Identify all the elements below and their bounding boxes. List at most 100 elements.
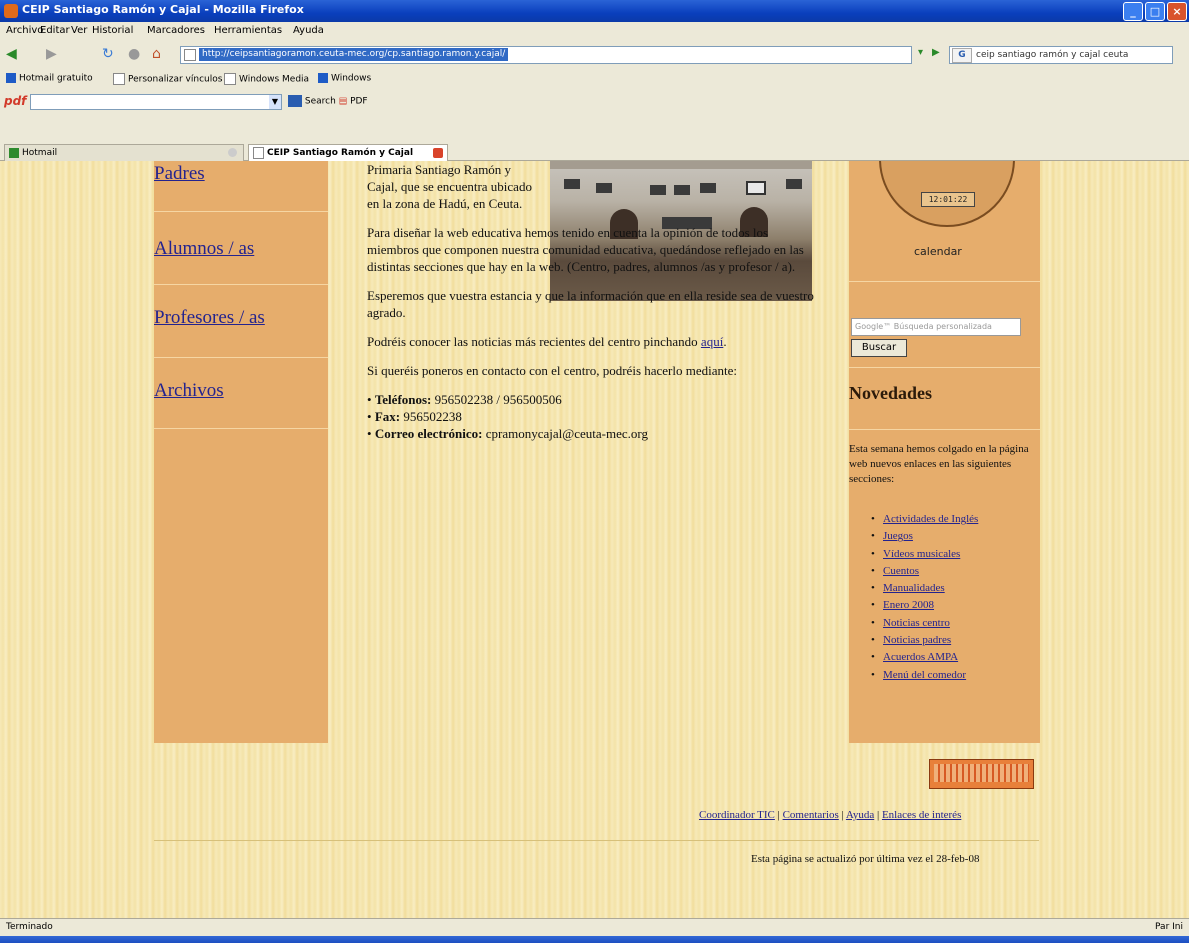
contact-list: • Teléfonos: 956502238 / 956500506 • Fax… [367, 391, 817, 442]
menu-historial[interactable]: Historial [92, 25, 133, 36]
news-link[interactable]: Noticias centro [883, 617, 950, 629]
tab-close-icon[interactable] [228, 148, 237, 157]
footer-link-ayuda[interactable]: Ayuda [846, 809, 874, 821]
news-link[interactable]: Menú del comedor [883, 669, 966, 681]
search-button[interactable]: Buscar [851, 339, 907, 357]
last-updated: Esta página se actualizó por última vez … [751, 853, 980, 865]
web-search-input[interactable]: G ceip santiago ramón y cajal ceuta [949, 46, 1173, 64]
menu-ayuda[interactable]: Ayuda [293, 25, 324, 36]
hotmail-icon [9, 147, 19, 158]
go-icon[interactable]: ▶ [932, 47, 940, 58]
stop-icon[interactable]: ● [128, 45, 140, 63]
window-titlebar: CEIP Santiago Ramón y Cajal - Mozilla Fi… [0, 0, 1189, 22]
reload-icon[interactable]: ↻ [102, 45, 114, 63]
footer-link-enlaces[interactable]: Enlaces de interés [882, 809, 961, 821]
minimize-button[interactable]: _ [1123, 2, 1143, 21]
menu-archivo[interactable]: Archivo [6, 25, 43, 36]
bookmark-windows[interactable]: Windows [318, 73, 371, 84]
pdf-search-button[interactable]: Search ▤ PDF [288, 95, 368, 107]
google-search-input[interactable]: Google™ Búsqueda personalizada [851, 318, 1021, 336]
nav-link-archivos[interactable]: Archivos [154, 380, 224, 402]
right-sidebar: 12:01:22 calendar Google™ Búsqueda perso… [849, 161, 1040, 743]
news-link[interactable]: Noticias padres [883, 634, 951, 646]
news-link[interactable]: Cuentos [883, 565, 919, 577]
pdf-icon: ▤ [338, 96, 348, 107]
search-text: ceip santiago ramón y cajal ceuta [976, 50, 1129, 60]
page-icon [113, 73, 125, 85]
list-item: Juegos [871, 528, 978, 546]
bookmark-windows-media[interactable]: Windows Media [224, 73, 309, 85]
menu-ver[interactable]: Ver [71, 25, 87, 36]
status-right: Par Ini [1155, 922, 1183, 932]
home-icon[interactable]: ⌂ [152, 45, 161, 63]
bookmark-personalizar[interactable]: Personalizar vínculos [113, 73, 222, 85]
footer-link-coordinador[interactable]: Coordinador TIC [699, 809, 775, 821]
news-link[interactable]: Juegos [883, 530, 913, 542]
nav-section: Profesores / as [154, 285, 328, 358]
firefox-icon [4, 4, 18, 18]
news-link[interactable]: Manualidades [883, 582, 945, 594]
maximize-button[interactable]: □ [1145, 2, 1165, 21]
page-icon [253, 146, 264, 159]
list-item: Manualidades [871, 580, 978, 598]
tab-close-icon[interactable] [433, 147, 444, 158]
intro-paragraph: Primaria Santiago Ramón y Cajal, que se … [367, 162, 532, 211]
footer-link-comentarios[interactable]: Comentarios [783, 809, 839, 821]
counter-badge-icon[interactable] [929, 759, 1034, 789]
nav-link-alumnos[interactable]: Alumnos / as [154, 238, 254, 260]
bookmark-hotmail[interactable]: Hotmail gratuito [6, 73, 93, 84]
back-icon[interactable]: ◀ [6, 45, 17, 63]
news-list: Actividades de Inglés Juegos Vídeos musi… [871, 511, 978, 684]
taskbar [0, 936, 1189, 943]
list-item: Noticias padres [871, 632, 978, 650]
search-engine-icon[interactable]: G [952, 48, 972, 63]
contact-item: • Teléfonos: 956502238 / 956500506 [367, 392, 562, 407]
list-item: Menú del comedor [871, 667, 978, 685]
list-item: Enero 2008 [871, 597, 978, 615]
news-link[interactable]: Acuerdos AMPA [883, 651, 958, 663]
pdf-toolbar: pdf ▼ Search ▤ PDF [0, 90, 1189, 112]
list-item: Vídeos musicales [871, 546, 978, 564]
status-bar: Terminado Par Ini [0, 918, 1189, 937]
forward-icon[interactable]: ▶ [46, 45, 57, 63]
contact-paragraph: Si queréis poneros en contacto con el ce… [367, 363, 738, 378]
list-item: Acuerdos AMPA [871, 649, 978, 667]
news-link[interactable]: Vídeos musicales [883, 548, 960, 560]
nav-link-profesores[interactable]: Profesores / as [154, 307, 265, 329]
chevron-down-icon[interactable]: ▼ [269, 95, 281, 109]
news-text: Esta semana hemos colgado en la página w… [849, 443, 1029, 485]
tab-ceip[interactable]: CEIP Santiago Ramón y Cajal [248, 144, 449, 161]
pdf-search-input[interactable]: ▼ [30, 94, 282, 110]
close-button[interactable]: × [1167, 2, 1187, 21]
contact-item: • Correo electrónico: cpramonycajal@ceut… [367, 426, 648, 441]
news-title: Novedades [849, 383, 933, 403]
page-viewport: Padres Alumnos / as Profesores / as Arch… [0, 161, 1189, 918]
windows-icon [318, 73, 328, 83]
welcome-paragraph: Esperemos que vuestra estancia y que la … [367, 288, 814, 320]
menu-bar: Archivo Editar Ver Historial Marcadores … [0, 22, 1189, 40]
search-icon [288, 95, 302, 107]
list-item: Noticias centro [871, 615, 978, 633]
window-title: CEIP Santiago Ramón y Cajal - Mozilla Fi… [22, 3, 304, 16]
list-item: Cuentos [871, 563, 978, 581]
navigation-toolbar: ◀ ▶ ↻ ● ⌂ http://ceipsantiagoramon.ceuta… [0, 40, 1189, 68]
nav-section: Padres [154, 161, 328, 212]
hotmail-icon [6, 73, 16, 83]
footer-links: Coordinador TIC | Comentarios | Ayuda | … [699, 809, 962, 821]
news-link[interactable]: aquí [701, 334, 723, 349]
history-dropdown-icon[interactable]: ▾ [918, 47, 923, 58]
nav-link-padres[interactable]: Padres [154, 163, 205, 185]
tab-hotmail[interactable]: Hotmail [4, 144, 244, 161]
menu-marcadores[interactable]: Marcadores [147, 25, 205, 36]
page-favicon [184, 49, 196, 61]
menu-herramientas[interactable]: Herramientas [214, 25, 282, 36]
url-text: http://ceipsantiagoramon.ceuta-mec.org/c… [199, 48, 509, 61]
calendar-label[interactable]: calendar [914, 245, 962, 258]
menu-editar[interactable]: Editar [40, 25, 70, 36]
list-item: Actividades de Inglés [871, 511, 978, 529]
news-link[interactable]: Enero 2008 [883, 599, 934, 611]
url-input[interactable]: http://ceipsantiagoramon.ceuta-mec.org/c… [180, 46, 912, 64]
pdf-logo: pdf [4, 94, 27, 108]
page-icon [224, 73, 236, 85]
news-link[interactable]: Actividades de Inglés [883, 513, 978, 525]
